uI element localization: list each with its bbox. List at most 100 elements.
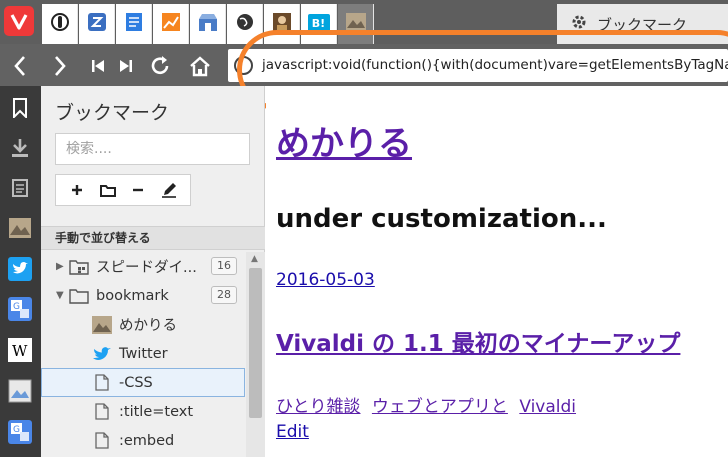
- tree-item-label: :embed: [119, 432, 175, 449]
- chevron-left-icon: [14, 56, 25, 76]
- tab-bookmarks[interactable]: ブックマーク: [557, 4, 728, 44]
- skip-back-icon: [92, 60, 104, 72]
- plus-icon: [72, 185, 83, 195]
- tab-z-app[interactable]: [79, 4, 115, 44]
- post-date-link[interactable]: 2016-05-03: [276, 270, 375, 290]
- tree-item-bookmark[interactable]: :embed: [41, 426, 245, 455]
- wikipedia-icon: W: [8, 338, 32, 362]
- page-icon: [91, 431, 113, 451]
- tab-bar: B! ブックマーク: [0, 0, 728, 44]
- z-app-icon: [87, 12, 107, 36]
- tree-scrollbar[interactable]: ▲: [246, 252, 265, 457]
- sort-mode-label[interactable]: 手動で並び替える: [41, 226, 265, 250]
- twitter-bird-icon: [91, 344, 113, 364]
- back-button[interactable]: [6, 50, 34, 82]
- edit-link[interactable]: Edit: [276, 422, 309, 442]
- avatar-icon: [272, 12, 292, 36]
- bookmark-toolbar: [55, 174, 191, 206]
- pencil-icon: [161, 183, 176, 198]
- minus-icon: [133, 188, 144, 192]
- folder-icon: [99, 184, 116, 197]
- tab-chart-app[interactable]: [153, 4, 189, 44]
- scroll-up-arrow-icon[interactable]: ▲: [251, 254, 258, 264]
- tree-item-bookmark-folder[interactable]: ▼ bookmark 28: [41, 281, 245, 310]
- item-count-badge: 28: [211, 286, 237, 304]
- image-thumbnail-icon: [9, 218, 31, 238]
- web-panel-twitter[interactable]: [6, 255, 34, 283]
- tree-item-label: Twitter: [119, 345, 168, 362]
- category-link[interactable]: Vivaldi: [519, 397, 576, 417]
- tree-item-bookmark-selected[interactable]: -CSS: [41, 368, 245, 397]
- tab-globe[interactable]: [227, 4, 263, 44]
- site-title-link[interactable]: めかりる: [276, 116, 412, 165]
- skip-forward-icon: [120, 60, 132, 72]
- tree-item-speed-dial[interactable]: ▶ スピードダイ... 16: [41, 252, 245, 281]
- speed-dial-folder-icon: [68, 257, 90, 277]
- tree-item-label: スピードダイ...: [96, 260, 197, 276]
- add-bookmark-button[interactable]: [64, 177, 90, 203]
- fast-forward-button[interactable]: [112, 50, 140, 82]
- svg-text:G: G: [13, 302, 20, 312]
- picture-icon: [8, 379, 32, 403]
- opera-speed-icon: [50, 12, 70, 36]
- bookmark-search-input[interactable]: [55, 133, 250, 165]
- store-app-icon: [197, 12, 219, 36]
- translate-icon: G: [8, 420, 32, 444]
- gear-icon: [571, 14, 587, 34]
- reload-button[interactable]: [146, 50, 174, 82]
- bookmark-icon: [13, 98, 27, 118]
- svg-text:W: W: [12, 342, 28, 360]
- bookmark-panel: ブックマーク 手動で並び替える ▶ スピードダイ... 16 ▼: [41, 86, 265, 457]
- site-info-icon[interactable]: [234, 56, 253, 75]
- home-button[interactable]: [186, 50, 214, 82]
- tree-item-bookmark[interactable]: Twitter: [41, 339, 245, 368]
- hatena-bookmark-icon: B!: [307, 14, 330, 34]
- web-panel-image-2[interactable]: [6, 377, 34, 405]
- download-icon: [12, 139, 28, 157]
- panel-title: ブックマーク: [55, 102, 170, 124]
- tab-store-app[interactable]: [190, 4, 226, 44]
- folder-icon: [68, 286, 90, 306]
- post-title-link[interactable]: Vivaldi の 1.1 最初のマイナーアップ: [276, 324, 680, 358]
- vivaldi-logo-icon[interactable]: [4, 6, 34, 36]
- web-panel-translate-2[interactable]: G: [6, 418, 34, 446]
- twitter-icon: [8, 257, 32, 281]
- downloads-panel-button[interactable]: [6, 134, 34, 162]
- forward-button[interactable]: [46, 50, 74, 82]
- tree-item-label: :title=text: [119, 403, 194, 420]
- notes-panel-button[interactable]: [6, 174, 34, 202]
- image-thumbnail-icon: [345, 12, 367, 36]
- document-app-icon: [125, 12, 143, 36]
- web-panel-image[interactable]: [6, 214, 34, 242]
- chevron-right-icon: [55, 56, 66, 76]
- expand-arrow-icon[interactable]: ▶: [56, 261, 68, 272]
- tab-title: ブックマーク: [597, 15, 688, 34]
- edit-bookmark-button[interactable]: [156, 177, 182, 203]
- tab-avatar[interactable]: [264, 4, 300, 44]
- category-link[interactable]: ひとり雑談: [276, 397, 361, 417]
- tree-item-bookmark[interactable]: :title=text: [41, 397, 245, 426]
- post-categories: ひとり雑談 ウェブとアプリと Vivaldi: [276, 392, 582, 417]
- bookmarks-panel-button[interactable]: [6, 94, 34, 122]
- tree-item-label: めかりる: [119, 318, 177, 334]
- collapse-arrow-icon[interactable]: ▼: [56, 290, 68, 301]
- rewind-button[interactable]: [84, 50, 112, 82]
- tab-image-thumbnail[interactable]: [338, 4, 374, 44]
- item-count-badge: 16: [211, 257, 237, 275]
- side-panel-strip: G W G: [0, 86, 41, 457]
- globe-icon: [235, 12, 255, 36]
- url-field[interactable]: javascript:void(function(){with(document…: [228, 49, 728, 82]
- tree-item-bookmark[interactable]: めかりる: [41, 310, 245, 339]
- tree-item-label: -CSS: [119, 374, 153, 391]
- tab-hatena-bookmark[interactable]: B!: [301, 4, 337, 44]
- web-panel-wikipedia[interactable]: W: [6, 336, 34, 364]
- tab-opera-speed[interactable]: [42, 4, 78, 44]
- translate-icon: G: [8, 297, 32, 321]
- web-panel-translate[interactable]: G: [6, 295, 34, 323]
- chart-app-icon: [161, 12, 181, 36]
- category-link[interactable]: ウェブとアプリと: [372, 397, 508, 417]
- tab-document-app[interactable]: [116, 4, 152, 44]
- delete-bookmark-button[interactable]: [125, 177, 151, 203]
- scrollbar-thumb[interactable]: [249, 268, 262, 418]
- new-folder-button[interactable]: [95, 177, 121, 203]
